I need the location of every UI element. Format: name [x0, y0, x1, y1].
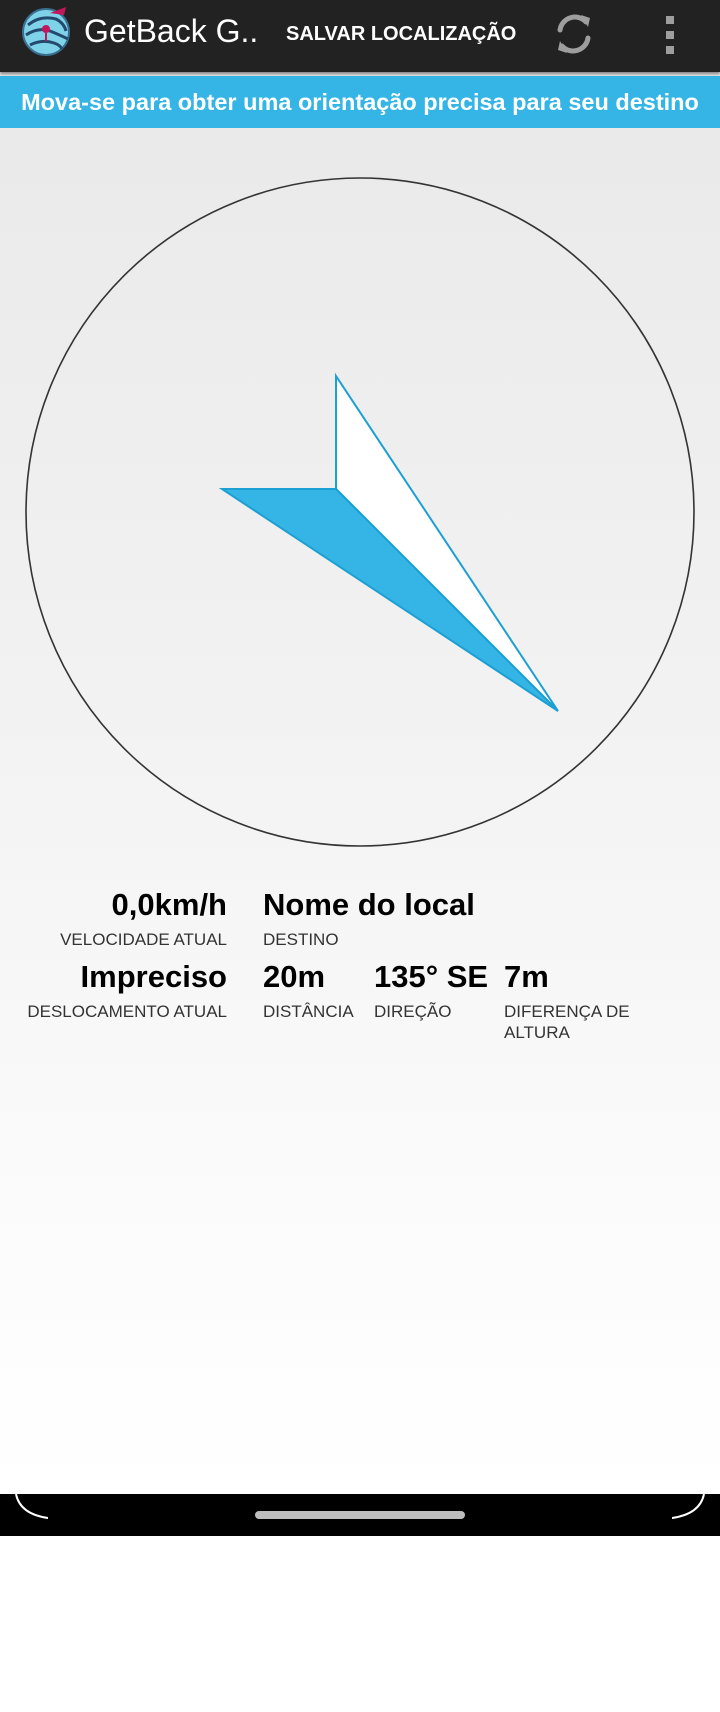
- screen-corner-right: [672, 1494, 705, 1519]
- current-movement-value: Impreciso: [80, 959, 227, 994]
- altitude-difference-label: DIFERENÇA DE ALTURA: [504, 1002, 630, 1042]
- distance-label: DISTÂNCIA: [263, 1002, 354, 1021]
- app-logo-icon: [22, 7, 70, 56]
- home-gesture-handle[interactable]: [255, 1511, 465, 1519]
- current-movement-label: DESLOCAMENTO ATUAL: [27, 1002, 227, 1021]
- app-screen: GetBack G... SALVAR LOCALIZAÇÃO Mova-se …: [0, 0, 720, 1536]
- save-location-button[interactable]: SALVAR LOCALIZAÇÃO: [276, 14, 526, 54]
- direction-value: 135° SE: [374, 959, 489, 994]
- current-speed-value: 0,0km/h: [111, 887, 227, 922]
- app-title: GetBack G...: [84, 13, 259, 49]
- destination-value: Nome do local: [263, 887, 475, 922]
- destination-label: DESTINO: [263, 930, 339, 949]
- distance-value: 20m: [263, 959, 326, 994]
- refresh-icon[interactable]: [548, 8, 600, 60]
- direction-label: DIREÇÃO: [374, 1002, 452, 1021]
- altitude-difference-value: 7m: [504, 959, 549, 994]
- direction-arrow-icon: [218, 372, 559, 712]
- action-bar: GetBack G... SALVAR LOCALIZAÇÃO: [0, 0, 720, 72]
- more-vert-icon[interactable]: [650, 10, 690, 60]
- current-speed-label: VELOCIDADE ATUAL: [60, 930, 227, 949]
- compass: [25, 177, 695, 847]
- accuracy-banner: Mova-se para obter uma orientação precis…: [0, 76, 720, 128]
- screen-corner-left: [15, 1494, 48, 1519]
